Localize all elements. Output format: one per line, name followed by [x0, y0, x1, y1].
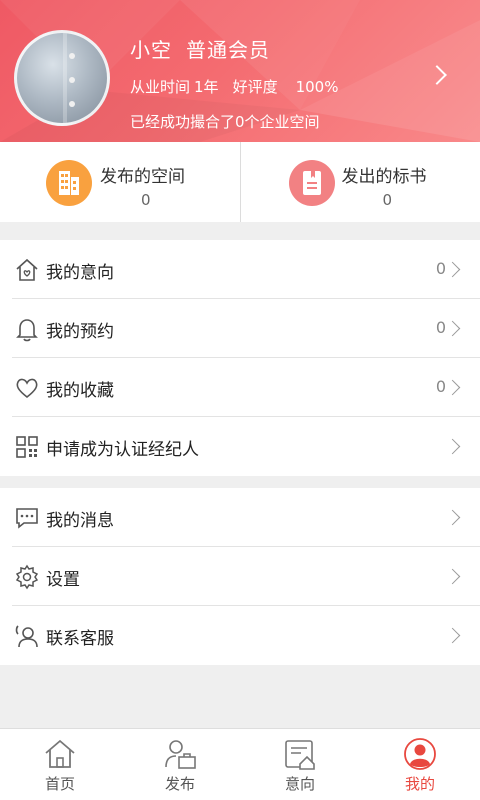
publish-icon: [165, 740, 196, 769]
menu-label: 我的意向: [46, 263, 114, 283]
stat-count: 0: [382, 191, 393, 209]
avatar[interactable]: [14, 30, 110, 126]
stat-published-spaces[interactable]: 发布的空间 0: [0, 142, 240, 222]
menu-group-main: 我的意向 0 我的预约 0 我的收藏 0 申请成为认证经纪人: [0, 240, 480, 476]
member-level: 普通会员: [186, 38, 270, 62]
stat-sent-bids[interactable]: 发出的标书 0: [239, 142, 480, 222]
rating-value: 100%: [295, 78, 339, 96]
menu-customer-service[interactable]: 联系客服: [12, 606, 480, 665]
menu-my-favorites[interactable]: 我的收藏 0: [12, 358, 480, 417]
stats-panel: 发布的空间 0 发出的标书 0: [0, 142, 480, 222]
gear-icon: [15, 564, 39, 590]
menu-apply-certified-agent[interactable]: 申请成为认证经纪人: [12, 417, 480, 476]
bottom-tab-bar: 首页 发布 意向 我的: [0, 728, 480, 800]
menu-my-appointments[interactable]: 我的预约 0: [12, 299, 480, 358]
home-heart-icon: [16, 258, 38, 281]
tab-label: 发布: [164, 775, 195, 793]
headset-icon: [15, 625, 38, 648]
tab-label: 首页: [44, 775, 75, 793]
chevron-right-icon: [444, 568, 461, 585]
user-stats: 从业时间 1年 好评度 100%: [130, 76, 348, 97]
stat-label: 发布的空间: [100, 167, 185, 187]
user-name: 小空: [130, 38, 172, 62]
menu-my-messages[interactable]: 我的消息: [12, 488, 480, 547]
tenure-value: 1年: [194, 78, 219, 96]
user-icon: [404, 738, 436, 770]
profile-header[interactable]: 小空 普通会员 从业时间 1年 好评度 100% 已经成功撮合了0个企业空间: [0, 0, 480, 142]
chevron-right-icon: [444, 320, 461, 337]
bell-icon: [16, 319, 38, 342]
chevron-right-icon: [444, 379, 461, 396]
heart-icon: [16, 378, 38, 399]
menu-label: 我的收藏: [46, 381, 114, 401]
menu-group-secondary: 我的消息 设置 联系客服: [0, 488, 480, 665]
message-icon: [16, 508, 38, 529]
stat-label: 发出的标书: [341, 167, 427, 187]
tab-home[interactable]: 首页: [0, 729, 120, 800]
menu-label: 我的消息: [46, 511, 114, 531]
tab-label: 意向: [284, 775, 315, 793]
menu-label: 设置: [46, 570, 80, 590]
chevron-right-icon: [444, 509, 461, 526]
rating-label: 好评度: [232, 78, 278, 96]
home-icon: [45, 739, 75, 768]
deal-summary: 已经成功撮合了0个企业空间: [130, 113, 320, 131]
intent-icon: [285, 740, 315, 770]
chevron-right-icon: [444, 438, 461, 455]
building-icon: [46, 160, 92, 206]
tenure-label: 从业时间: [130, 78, 191, 96]
stat-count: 0: [141, 191, 151, 209]
menu-label: 联系客服: [46, 629, 114, 649]
tab-mine[interactable]: 我的: [360, 729, 480, 800]
document-icon: [288, 160, 335, 206]
chevron-right-icon: [444, 627, 461, 644]
tab-publish[interactable]: 发布: [120, 729, 240, 800]
menu-settings[interactable]: 设置: [12, 547, 480, 606]
menu-my-intentions[interactable]: 我的意向 0: [12, 240, 480, 299]
qr-code-icon: [16, 436, 38, 458]
menu-label: 我的预约: [46, 322, 114, 342]
tab-label: 我的: [404, 775, 435, 793]
tab-intent[interactable]: 意向: [240, 729, 360, 800]
chevron-right-icon: [444, 261, 461, 278]
menu-label: 申请成为认证经纪人: [46, 440, 199, 460]
